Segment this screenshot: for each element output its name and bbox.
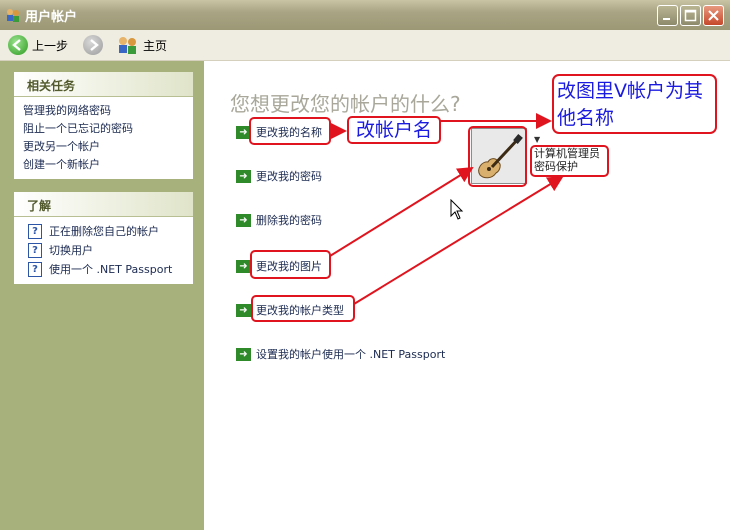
annotation-arrow bbox=[353, 175, 564, 305]
highlight-box bbox=[251, 295, 355, 322]
highlight-box bbox=[530, 145, 609, 177]
highlight-box bbox=[249, 117, 331, 145]
highlight-box bbox=[468, 126, 527, 187]
annotation-note-line2: 他名称 bbox=[557, 107, 615, 129]
annotation-rename: 改帐户名 bbox=[356, 119, 433, 141]
annotation-note-line1: 改图里V帐户为其 bbox=[557, 80, 703, 102]
mouse-cursor-icon bbox=[450, 199, 464, 220]
highlight-box bbox=[250, 250, 331, 279]
user-accounts-window: 用户帐户 上一步 主页 相关任务 管理我的网络密码 阻止一个已忘记的密码 更改另… bbox=[0, 0, 730, 530]
